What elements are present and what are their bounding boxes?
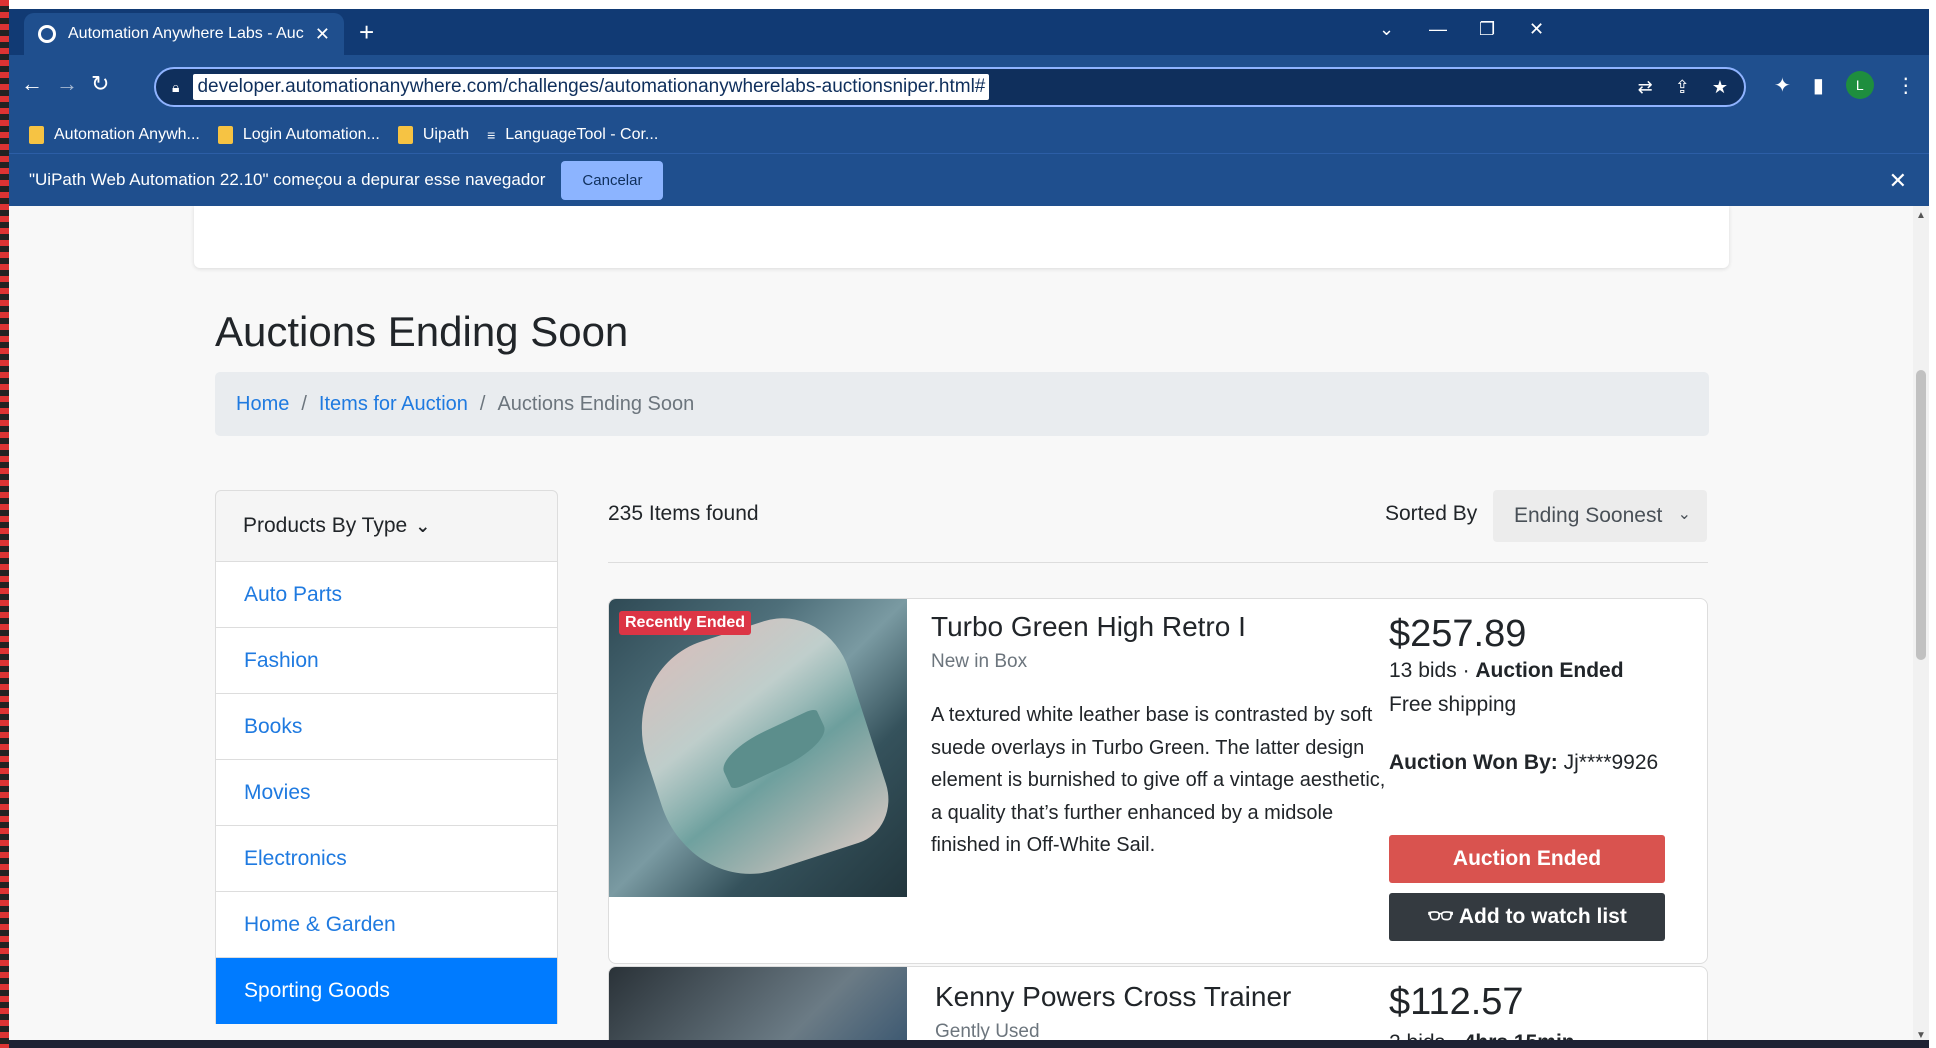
product-type-sidebar: Products By Type ⌄ Auto Parts Fashion Bo… (215, 490, 558, 1024)
product-price: $257.89 (1389, 613, 1527, 655)
results-count: 235 Items found (608, 502, 759, 525)
taskbar-edge (9, 1040, 1929, 1048)
breadcrumb-home[interactable]: Home (236, 393, 289, 416)
debug-frame-border (0, 0, 9, 1048)
add-to-watch-list-button[interactable]: 👓︎ Add to watch list (1389, 893, 1665, 941)
bookmark-label: Automation Anywh... (54, 126, 200, 143)
winner-info: Auction Won By: Jj****9926 (1389, 751, 1658, 775)
divider (608, 562, 1708, 563)
bookmark-item[interactable]: Automation Anywh... (29, 126, 200, 144)
chevron-down-icon: ⌄ (415, 515, 431, 536)
page-title: Auctions Ending Soon (215, 308, 629, 355)
recently-ended-badge: Recently Ended (619, 611, 752, 635)
breadcrumb-current: Auctions Ending Soon (497, 392, 695, 415)
watch-list-label: Add to watch list (1458, 905, 1627, 928)
sidebar-item-home-garden[interactable]: Home & Garden (216, 892, 557, 958)
page-content: Auctions Ending Soon Home / Items for Au… (9, 206, 1929, 1048)
glasses-icon: 👓︎ (1427, 905, 1459, 928)
browser-chrome: Automation Anywhere Labs - Auc ✕ + ⌄ — ❐… (9, 9, 1929, 206)
bookmark-icon (29, 126, 44, 144)
languagetool-icon: ≡ (487, 127, 496, 143)
sidebar-item-auto-parts[interactable]: Auto Parts (216, 562, 557, 628)
bookmark-star-icon[interactable]: ★ (1712, 77, 1728, 98)
bookmark-icon (397, 126, 413, 144)
back-icon[interactable]: ← (21, 71, 43, 97)
sort-value: Ending Soonest (1514, 504, 1663, 527)
sidebar-item-sporting-goods[interactable]: Sporting Goods (216, 958, 557, 1024)
reload-icon[interactable]: ↻ (91, 71, 109, 97)
sort-label: Sorted By (1385, 502, 1478, 525)
breadcrumb-separator: / (479, 392, 486, 415)
cancel-debug-button[interactable]: Cancelar (561, 160, 664, 200)
bookmark-item[interactable]: ≡ LanguageTool - Cor... (487, 126, 658, 144)
bookmarks-bar: Automation Anywh... Login Automation... … (9, 117, 1929, 153)
side-panel-icon[interactable]: ▮ (1813, 73, 1824, 98)
bookmark-label: LanguageTool - Cor... (505, 126, 659, 143)
forward-icon[interactable]: → (56, 71, 78, 97)
bookmark-label: Login Automation... (242, 126, 380, 143)
breadcrumb-items-for-auction[interactable]: Items for Auction (319, 393, 468, 416)
extensions-icon[interactable]: ✦ (1774, 73, 1791, 98)
bookmark-icon (217, 126, 233, 144)
sidebar-item-movies[interactable]: Movies (216, 760, 557, 826)
tab-bar: Automation Anywhere Labs - Auc ✕ + ⌄ — ❐… (9, 9, 1929, 55)
product-price: $112.57 (1389, 981, 1524, 1023)
bookmark-label: Uipath (422, 126, 470, 143)
top-card (194, 206, 1729, 268)
sidebar-item-fashion[interactable]: Fashion (216, 628, 557, 694)
infobar-message: "UiPath Web Automation 22.10" começou a … (29, 170, 546, 189)
new-tab-icon[interactable]: + (359, 17, 374, 48)
address-bar[interactable]: 🔒︎ developer.automationanywhere.com/chal… (154, 67, 1746, 107)
scrollbar-thumb[interactable] (1916, 370, 1926, 660)
product-image[interactable]: Recently Ended (609, 599, 907, 897)
page-scrollbar[interactable]: ▲ ▼ (1913, 206, 1929, 1048)
sidebar-item-books[interactable]: Books (216, 694, 557, 760)
bid-info: 13 bids · Auction Ended (1389, 659, 1624, 683)
bullet-separator: · (1462, 659, 1476, 682)
product-card: Kenny Powers Cross Trainer Gently Used $… (608, 966, 1708, 1048)
bid-count: 13 bids (1389, 659, 1457, 682)
sidebar-toggle[interactable]: Products By Type ⌄ (215, 490, 558, 562)
product-image[interactable] (609, 967, 907, 1048)
share-icon[interactable]: ⇪ (1675, 77, 1690, 98)
auction-status: Auction Ended (1475, 659, 1624, 682)
tab-search-icon[interactable]: ⌄ (1379, 19, 1394, 40)
product-title[interactable]: Turbo Green High Retro I (931, 611, 1246, 643)
scroll-up-icon[interactable]: ▲ (1916, 210, 1926, 221)
lock-icon: 🔒︎ (172, 78, 180, 95)
winner-id: Jj****9926 (1563, 751, 1659, 774)
bookmark-item[interactable]: Login Automation... (217, 126, 380, 144)
winner-label: Auction Won By: (1389, 751, 1558, 774)
menu-icon[interactable]: ⋮ (1896, 73, 1916, 98)
close-infobar-icon[interactable]: ✕ (1889, 168, 1907, 194)
toolbar: ← → ↻ 🔒︎ developer.automationanywhere.co… (9, 55, 1929, 117)
sidebar-title: Products By Type (243, 514, 408, 537)
sidebar-item-electronics[interactable]: Electronics (216, 826, 557, 892)
browser-tab[interactable]: Automation Anywhere Labs - Auc ✕ (24, 13, 344, 55)
breadcrumb: Home / Items for Auction / Auctions Endi… (215, 372, 1709, 436)
window-close-icon[interactable]: ✕ (1529, 19, 1544, 40)
debug-infobar: "UiPath Web Automation 22.10" começou a … (9, 153, 1929, 206)
window-edge (1929, 0, 1936, 1048)
chevron-down-icon: ⌄ (1677, 506, 1691, 523)
tab-title: Automation Anywhere Labs - Auc (68, 25, 304, 42)
close-tab-icon[interactable]: ✕ (315, 24, 330, 45)
auction-ended-button[interactable]: Auction Ended (1389, 835, 1665, 883)
url-text[interactable]: developer.automationanywhere.com/challen… (193, 74, 990, 100)
shipping-info: Free shipping (1389, 693, 1517, 716)
breadcrumb-separator: / (301, 392, 307, 415)
sort-select[interactable]: Ending Soonest ⌄ (1493, 490, 1707, 542)
profile-avatar[interactable]: L (1845, 71, 1874, 99)
globe-icon (38, 25, 56, 43)
product-condition: New in Box (931, 651, 1028, 672)
bookmark-item[interactable]: Uipath (397, 126, 470, 144)
category-list: Auto Parts Fashion Books Movies Electron… (215, 562, 558, 1024)
minimize-icon[interactable]: — (1429, 19, 1447, 40)
translate-icon[interactable]: ⇄ (1638, 77, 1653, 98)
product-description: A textured white leather base is contras… (931, 704, 1386, 856)
product-title[interactable]: Kenny Powers Cross Trainer (935, 981, 1291, 1013)
product-card: Recently Ended Turbo Green High Retro I … (608, 598, 1708, 964)
restore-icon[interactable]: ❐ (1479, 19, 1495, 40)
